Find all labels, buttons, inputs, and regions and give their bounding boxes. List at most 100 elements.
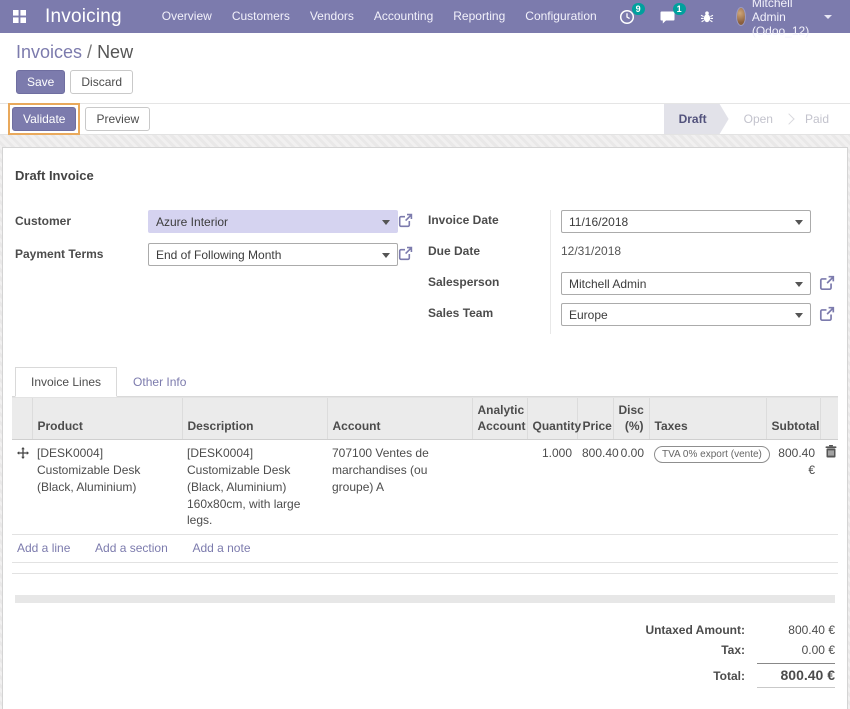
- drag-handle[interactable]: [12, 440, 32, 535]
- cell-account[interactable]: 707100 Ventes de marchandises (ou groupe…: [327, 440, 472, 535]
- app-title[interactable]: Invoicing: [45, 6, 122, 28]
- user-menu[interactable]: Mitchell Admin (Odoo_12): [726, 0, 840, 33]
- taxes-column-header[interactable]: Taxes: [649, 398, 766, 440]
- tax-tag[interactable]: TVA 0% export (vente): [654, 446, 770, 463]
- sales-team-label: Sales Team: [428, 303, 550, 334]
- save-button[interactable]: Save: [16, 70, 65, 94]
- dropdown-caret-icon: [795, 220, 803, 225]
- control-panel: Invoices / New Save Discard: [0, 33, 850, 104]
- cell-subtotal[interactable]: 800.40 €: [766, 440, 820, 535]
- untaxed-amount-label: Untaxed Amount:: [570, 623, 757, 637]
- menu-reporting[interactable]: Reporting: [443, 0, 515, 33]
- preview-button[interactable]: Preview: [85, 107, 150, 131]
- discount-column-header[interactable]: Disc (%): [613, 398, 649, 440]
- form-right-group: Invoice Date 11/16/2018 Due Date 12/31/2…: [428, 210, 835, 334]
- status-step-draft[interactable]: Draft: [664, 104, 729, 134]
- delete-column-header: [820, 398, 838, 440]
- menu-vendors[interactable]: Vendors: [300, 0, 364, 33]
- due-date-value: 12/31/2018: [561, 241, 621, 258]
- customer-label: Customer: [15, 210, 148, 228]
- due-date-cell: 12/31/2018: [550, 241, 835, 272]
- sales-team-field[interactable]: Europe: [561, 303, 811, 326]
- breadcrumb-current: New: [97, 42, 133, 62]
- invoice-date-label: Invoice Date: [428, 210, 550, 241]
- bug-icon: [700, 10, 714, 24]
- payment-terms-field[interactable]: End of Following Month: [148, 243, 398, 266]
- description-column-header[interactable]: Description: [182, 398, 327, 440]
- totals-block: Untaxed Amount: 800.40 € Tax: 0.00 € Tot…: [570, 623, 835, 688]
- trash-icon: [825, 445, 833, 458]
- form-left-group: Customer Azure Interior Payment Terms En…: [15, 210, 428, 334]
- add-a-section-link[interactable]: Add a section: [95, 541, 168, 555]
- table-footer-row: Add a line Add a section Add a note: [12, 535, 838, 563]
- payment-terms-label: Payment Terms: [15, 243, 148, 261]
- discard-button[interactable]: Discard: [70, 70, 133, 94]
- validate-button[interactable]: Validate: [12, 107, 76, 131]
- salesperson-field[interactable]: Mitchell Admin: [561, 272, 811, 295]
- systray: 9 1 Mitchell Admin (Odoo_12): [607, 0, 840, 33]
- total-row: Total: 800.40 €: [570, 663, 835, 688]
- untaxed-amount-row: Untaxed Amount: 800.40 €: [570, 623, 835, 637]
- salesperson-external-link-icon[interactable]: [819, 275, 835, 291]
- dropdown-caret-icon: [795, 282, 803, 287]
- status-step-open[interactable]: Open: [729, 104, 788, 134]
- breadcrumb: Invoices / New: [0, 33, 850, 70]
- product-column-header[interactable]: Product: [32, 398, 182, 440]
- form-sheet: Draft Invoice Customer Azure Interior Pa…: [2, 147, 848, 709]
- dropdown-caret-icon: [795, 313, 803, 318]
- chevron-down-icon: [824, 15, 832, 19]
- tax-value: 0.00 €: [757, 643, 835, 657]
- tab-other-info[interactable]: Other Info: [117, 367, 202, 397]
- delete-line-button[interactable]: [820, 440, 838, 535]
- breadcrumb-separator: /: [82, 42, 97, 62]
- customer-external-link-icon[interactable]: [398, 213, 413, 228]
- menu-customers[interactable]: Customers: [222, 0, 300, 33]
- four-way-arrows-icon: [17, 447, 27, 459]
- subtotal-column-header[interactable]: Subtotal: [766, 398, 820, 440]
- apps-menu-button[interactable]: [0, 0, 39, 33]
- section-separator: [15, 595, 835, 603]
- menu-configuration[interactable]: Configuration: [515, 0, 606, 33]
- salesperson-value: Mitchell Admin: [569, 277, 646, 291]
- menu-overview[interactable]: Overview: [152, 0, 222, 33]
- customer-field[interactable]: Azure Interior: [148, 210, 398, 233]
- tab-invoice-lines[interactable]: Invoice Lines: [15, 367, 117, 397]
- control-panel-buttons: Save Discard: [0, 70, 850, 104]
- invoice-date-field[interactable]: 11/16/2018: [561, 210, 811, 233]
- cell-price[interactable]: 800.40: [577, 440, 613, 535]
- breadcrumb-invoices-link[interactable]: Invoices: [16, 42, 82, 62]
- total-value: 800.40 €: [757, 663, 835, 688]
- analytic-account-column-header[interactable]: Analytic Account: [472, 398, 527, 440]
- cell-quantity[interactable]: 1.000: [527, 440, 577, 535]
- untaxed-amount-value: 800.40 €: [757, 623, 835, 637]
- quantity-column-header[interactable]: Quantity: [527, 398, 577, 440]
- account-column-header[interactable]: Account: [327, 398, 472, 440]
- sales-team-external-link-icon[interactable]: [819, 306, 835, 322]
- status-step-paid[interactable]: Paid: [790, 104, 844, 134]
- payment-terms-value: End of Following Month: [156, 248, 281, 262]
- statusbar-actions: Validate Preview: [0, 103, 150, 135]
- cell-product[interactable]: [DESK0004] Customizable Desk (Black, Alu…: [32, 440, 182, 535]
- tax-row: Tax: 0.00 €: [570, 643, 835, 657]
- sales-team-cell: Europe: [550, 303, 835, 334]
- price-column-header[interactable]: Price: [577, 398, 613, 440]
- cell-taxes[interactable]: TVA 0% export (vente): [649, 440, 766, 535]
- messages-badge: 1: [673, 3, 686, 15]
- salesperson-label: Salesperson: [428, 272, 550, 303]
- cell-analytic-account[interactable]: [472, 440, 527, 535]
- content-background: Draft Invoice Customer Azure Interior Pa…: [0, 135, 850, 709]
- handle-column-header: [12, 398, 32, 440]
- add-a-note-link[interactable]: Add a note: [192, 541, 250, 555]
- payment-terms-external-link-icon[interactable]: [398, 246, 413, 261]
- salesperson-cell: Mitchell Admin: [550, 272, 835, 303]
- messages-button[interactable]: 1: [647, 0, 688, 33]
- add-a-line-link[interactable]: Add a line: [17, 541, 70, 555]
- menu-accounting[interactable]: Accounting: [364, 0, 443, 33]
- cell-description[interactable]: [DESK0004] Customizable Desk (Black, Alu…: [182, 440, 327, 535]
- sales-team-value: Europe: [569, 308, 608, 322]
- table-header-row: Product Description Account Analytic Acc…: [12, 398, 838, 440]
- debug-button[interactable]: [688, 0, 726, 33]
- validate-onboarding-highlight: Validate: [8, 103, 80, 135]
- invoice-line-row[interactable]: [DESK0004] Customizable Desk (Black, Alu…: [12, 440, 838, 535]
- activities-button[interactable]: 9: [607, 0, 647, 33]
